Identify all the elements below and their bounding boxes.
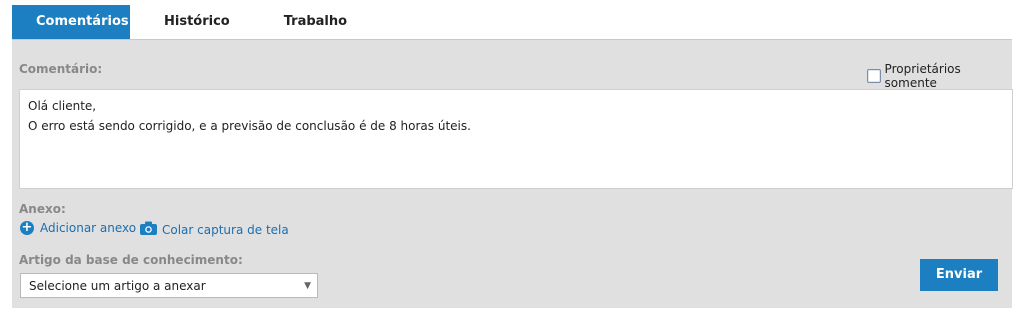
comment-line: O erro está sendo corrigido, e a previsã…: [28, 119, 471, 133]
kb-article-select[interactable]: Selecione um artigo a anexar ▼: [20, 273, 318, 298]
add-attachment-label: Adicionar anexo: [40, 221, 137, 235]
comment-textarea[interactable]: Olá cliente, O erro está sendo corrigido…: [19, 89, 1013, 189]
paste-screenshot-link[interactable]: Colar captura de tela: [140, 221, 289, 238]
owners-only-toggle[interactable]: Proprietários somente: [867, 62, 1012, 90]
chevron-down-icon: ▼: [304, 281, 311, 291]
send-button[interactable]: Enviar: [920, 259, 998, 291]
tab-historico[interactable]: Histórico: [140, 5, 254, 39]
comment-label: Comentário:: [19, 62, 103, 76]
kb-article-select-value: Selecione um artigo a anexar: [29, 279, 206, 293]
paste-screenshot-label: Colar captura de tela: [162, 222, 289, 237]
tab-trabalho[interactable]: Trabalho: [260, 5, 371, 39]
plus-circle-icon: +: [20, 220, 34, 235]
tab-bar: Comentários Histórico Trabalho: [12, 5, 371, 39]
camera-icon: [140, 221, 157, 238]
owners-only-checkbox[interactable]: [867, 69, 881, 83]
kb-article-label: Artigo da base de conhecimento:: [19, 253, 243, 267]
comment-line: Olá cliente,: [28, 99, 97, 113]
tab-comentarios[interactable]: Comentários: [12, 5, 130, 39]
owners-only-label: Proprietários somente: [884, 62, 961, 90]
add-attachment-link[interactable]: + Adicionar anexo: [20, 221, 136, 235]
attachment-label: Anexo:: [19, 202, 66, 216]
comment-panel: Comentário: Proprietários somente Olá cl…: [12, 40, 1013, 308]
